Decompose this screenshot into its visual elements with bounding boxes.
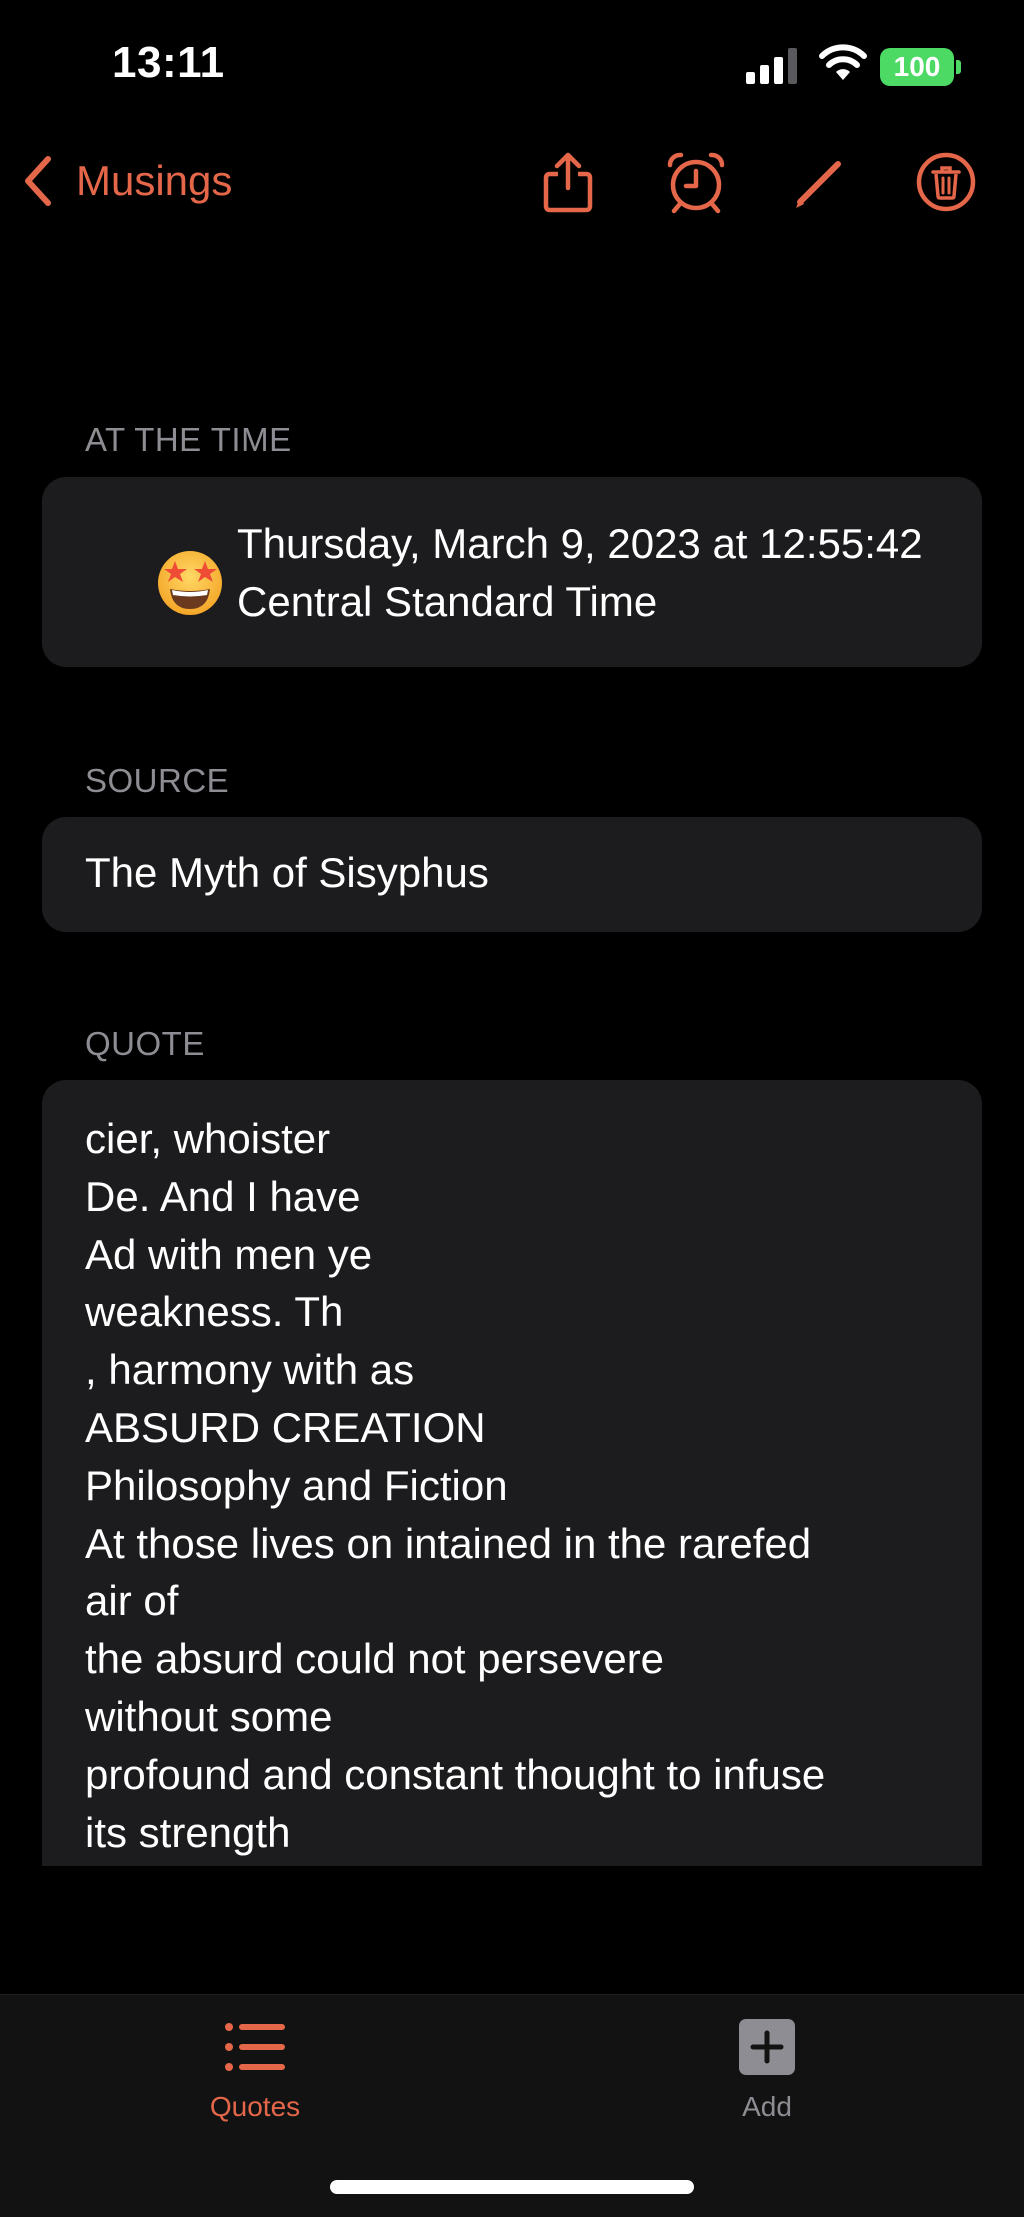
quote-line: cier, whoister [85, 1115, 331, 1162]
source-card[interactable]: The Myth of Sisyphus [42, 817, 982, 932]
timestamp-text: Thursday, March 9, 2023 at 12:55:42 Cent… [237, 520, 923, 625]
share-icon[interactable] [536, 150, 600, 214]
wifi-icon [819, 44, 867, 80]
tab-add-label: Add [742, 2091, 792, 2122]
quote-line: air of [85, 1577, 179, 1625]
quote-line: profound and constant thought to infuse [85, 1750, 826, 1798]
quote-line: Ad with men ye [85, 1230, 373, 1278]
tab-quotes-label: Quotes [209, 2091, 301, 2122]
section-label-quote: QUOTE [85, 1025, 205, 1062]
home-indicator[interactable] [330, 2180, 694, 2194]
edit-pencil-icon[interactable] [788, 150, 852, 214]
status-time: 13:11 [112, 38, 225, 87]
quote-card[interactable]: cier, whoister De. And I have Ad with me… [42, 1080, 982, 1866]
battery-nub [956, 60, 961, 74]
star-struck-emoji-icon [158, 551, 222, 615]
quote-line: ABSURD CREATION [85, 1403, 486, 1451]
quote-line: its strength [85, 1808, 291, 1856]
chevron-left-icon [25, 156, 51, 206]
cellular-signal-icon [746, 48, 797, 84]
quote-line: the absurd could not persevere [85, 1635, 665, 1683]
section-label-time: AT THE TIME [85, 421, 292, 458]
time-card: Thursday, March 9, 2023 at 12:55:42 Cent… [42, 477, 982, 667]
alarm-icon[interactable] [664, 150, 728, 214]
tab-add[interactable]: Add [667, 2017, 867, 2137]
back-label: Musings [76, 157, 233, 204]
battery-indicator: 100 [880, 48, 954, 86]
quote-line: At those lives on intained in the rarefe… [85, 1519, 812, 1567]
plus-square-icon [739, 2019, 795, 2075]
trash-icon[interactable] [914, 150, 978, 214]
quote-line: , harmony with as [85, 1346, 415, 1394]
list-icon [225, 2023, 285, 2071]
quote-line: weakness. Th [85, 1288, 344, 1336]
section-label-source: SOURCE [85, 762, 230, 799]
quote-text: cier, whoister De. And I have Ad with me… [85, 1110, 965, 1861]
source-value: The Myth of Sisyphus [85, 849, 489, 896]
quote-line: Philosophy and Fiction [85, 1461, 508, 1509]
back-button[interactable]: Musings [18, 146, 232, 216]
quote-line: without some [85, 1692, 333, 1740]
tab-quotes[interactable]: Quotes [155, 2017, 355, 2137]
battery-level: 100 [893, 51, 941, 82]
quote-line: De. And I have [85, 1172, 361, 1220]
